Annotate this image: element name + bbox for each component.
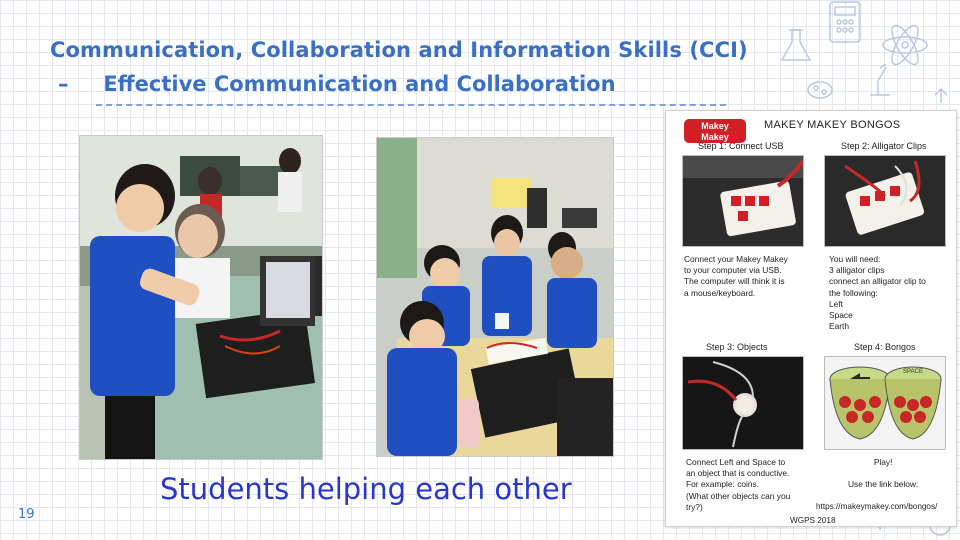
card-footer: WGPS 2018 bbox=[790, 516, 836, 525]
photo-caption: Students helping each other bbox=[160, 472, 572, 506]
step2-text: You will need: 3 alligator clips connect… bbox=[829, 254, 926, 332]
title-divider bbox=[96, 104, 726, 106]
makey-makey-instructions: Makey Makey MAKEY MAKEY BONGOS Step 1: C… bbox=[665, 110, 957, 527]
science-doodles bbox=[780, 1, 948, 103]
subtitle-bullet: – bbox=[58, 72, 69, 96]
step4-heading: Step 4: Bongos bbox=[854, 342, 916, 352]
step1-image bbox=[682, 155, 804, 247]
flask-icon bbox=[780, 29, 812, 61]
card-title: MAKEY MAKEY BONGOS bbox=[764, 119, 901, 131]
step1-text: Connect your Makey Makey to your compute… bbox=[684, 254, 788, 298]
step2-image bbox=[824, 155, 946, 247]
bacteria-icon bbox=[807, 81, 833, 99]
step3-image bbox=[682, 356, 804, 450]
slide-subtitle-row: – Effective Communication and Collaborat… bbox=[58, 72, 616, 96]
slide-title: Communication, Collaboration and Informa… bbox=[50, 38, 748, 62]
step3-text: Connect Left and Space to an object that… bbox=[686, 457, 791, 512]
bongos-link[interactable]: https://makeymakey.com/bongos/ bbox=[816, 502, 937, 511]
slide-subtitle: Effective Communication and Collaboratio… bbox=[103, 72, 616, 96]
bongo-space-label: SPACE bbox=[903, 369, 923, 375]
step2-heading: Step 2: Alligator Clips bbox=[841, 141, 927, 151]
calculator-icon bbox=[829, 1, 861, 43]
step1-heading: Step 1: Connect USB bbox=[698, 141, 784, 151]
classroom-photo-2 bbox=[376, 137, 614, 457]
atom-icon bbox=[882, 24, 928, 66]
step4-image: SPACE bbox=[824, 356, 946, 450]
microscope-icon bbox=[870, 63, 890, 96]
step4-text: Play! Use the link below: bbox=[848, 457, 919, 490]
logo-word-top: Makey bbox=[701, 121, 729, 131]
slide-number: 19 bbox=[18, 507, 35, 522]
step3-heading: Step 3: Objects bbox=[706, 342, 768, 352]
classroom-photo-1 bbox=[79, 135, 323, 460]
